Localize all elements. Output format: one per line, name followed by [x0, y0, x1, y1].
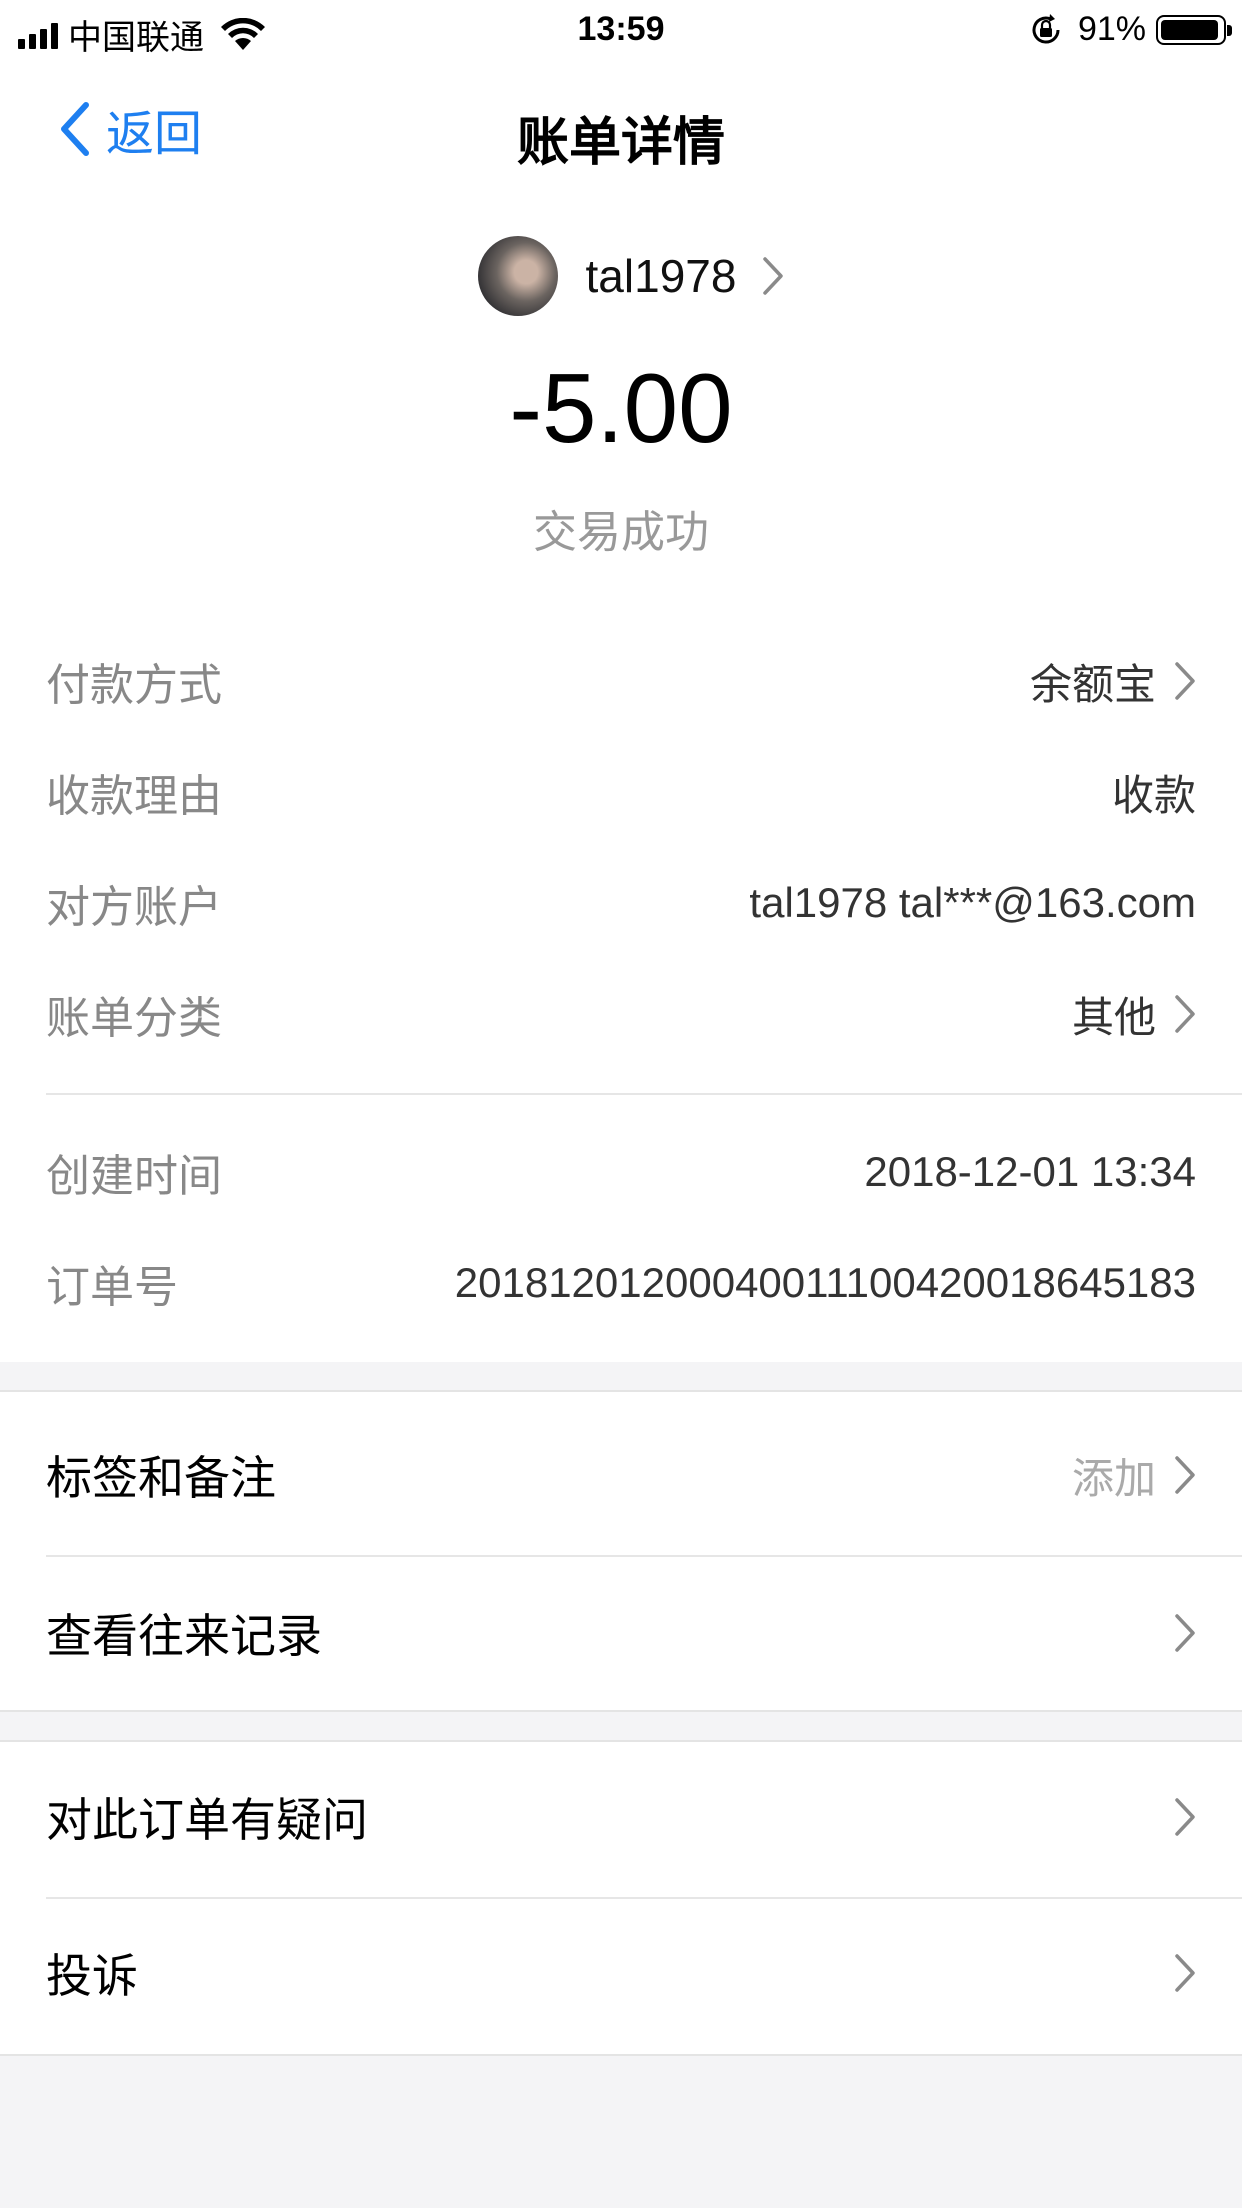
detail-value: tal1978 tal***@163.com — [749, 879, 1196, 926]
battery-percent: 91% — [1077, 10, 1146, 48]
status-bar: 中国联通 13:59 91% — [0, 0, 1242, 64]
chevron-right-icon — [1175, 662, 1195, 700]
detail-value: 20181201200040011100420018645183 — [454, 1259, 1196, 1306]
detail-value: 2018-12-01 13:34 — [864, 1148, 1196, 1195]
chevron-right-icon — [1175, 1456, 1195, 1494]
item-label: 对此订单有疑问 — [46, 1794, 368, 1846]
detail-row-order-number: 订单号 20181201200040011100420018645183 — [46, 1253, 1196, 1313]
chevron-right-icon — [1175, 1954, 1195, 1992]
detail-key: 对方账户 — [46, 883, 222, 932]
avatar — [477, 236, 558, 316]
divider — [46, 1093, 1242, 1095]
history-item[interactable]: 查看往来记录 — [46, 1603, 1196, 1663]
chevron-right-icon — [1175, 995, 1195, 1033]
complaint-item[interactable]: 投诉 — [46, 1943, 1196, 2003]
divider — [46, 1555, 1242, 1557]
action-group-records: 标签和备注 添加 查看往来记录 — [0, 1390, 1242, 1712]
detail-row-counterparty: 对方账户 tal1978 tal***@163.com — [46, 873, 1196, 933]
payee-name: tal1978 — [585, 250, 737, 302]
bill-detail-screen: 中国联通 13:59 91% 返回 账单详情 tal1978 -5.00 交易成… — [0, 0, 1242, 2208]
chevron-right-icon — [763, 257, 784, 295]
item-label: 标签和备注 — [46, 1452, 276, 1504]
chevron-right-icon — [1175, 1614, 1195, 1652]
tags-notes-item[interactable]: 标签和备注 添加 — [46, 1445, 1196, 1505]
add-hint: 添加 — [1071, 1454, 1156, 1502]
detail-value: 收款 — [1111, 771, 1196, 819]
bill-card: tal1978 -5.00 交易成功 付款方式 余额宝 收款理由 收款 对方账户… — [0, 192, 1242, 1362]
detail-value: 其他 — [1071, 993, 1156, 1041]
detail-key: 账单分类 — [46, 994, 222, 1043]
item-label: 投诉 — [46, 1950, 138, 2002]
detail-key: 订单号 — [46, 1263, 178, 1312]
chevron-right-icon — [1175, 1798, 1195, 1836]
action-group-support: 对此订单有疑问 投诉 — [0, 1740, 1242, 2056]
detail-row-category[interactable]: 账单分类 其他 — [46, 984, 1196, 1044]
rotation-lock-icon — [1032, 13, 1060, 44]
detail-key: 创建时间 — [46, 1152, 222, 1201]
order-question-item[interactable]: 对此订单有疑问 — [46, 1787, 1196, 1847]
item-label: 查看往来记录 — [46, 1610, 322, 1662]
detail-key: 付款方式 — [46, 661, 222, 710]
navigation-bar: 返回 账单详情 — [0, 64, 1242, 192]
battery-icon — [1156, 14, 1232, 45]
page-title: 账单详情 — [516, 114, 725, 172]
detail-row-payment-reason: 收款理由 收款 — [46, 762, 1196, 822]
detail-row-created-time: 创建时间 2018-12-01 13:34 — [46, 1142, 1196, 1202]
payee-link[interactable]: tal1978 — [0, 236, 1242, 316]
amount: -5.00 — [509, 353, 733, 463]
detail-value: 余额宝 — [1029, 660, 1156, 708]
detail-key: 收款理由 — [46, 772, 222, 821]
divider — [46, 1897, 1242, 1899]
detail-row-payment-method[interactable]: 付款方式 余额宝 — [46, 651, 1196, 711]
transaction-status: 交易成功 — [533, 508, 709, 557]
